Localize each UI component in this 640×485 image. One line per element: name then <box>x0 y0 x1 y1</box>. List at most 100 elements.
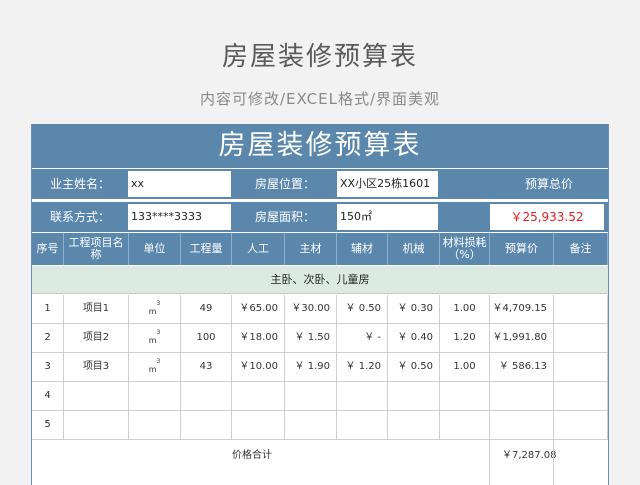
col-labor-cell[interactable]: ￥65.00 <box>232 295 285 323</box>
col-labor-cell[interactable]: ￥10.00 <box>232 353 285 381</box>
col-quantity-cell[interactable] <box>181 382 232 410</box>
col-item-name-cell[interactable]: 项目3 <box>64 353 129 381</box>
col-budget-price-cell[interactable] <box>490 382 554 410</box>
location-field[interactable]: XX小区25栋1601 <box>337 171 438 197</box>
col-no-cell[interactable]: 1 <box>32 295 64 323</box>
page-subtitle: 内容可修改/EXCEL格式/界面美观 <box>199 90 441 108</box>
unit-exponent: 3 <box>156 300 161 307</box>
col-machinery-cell[interactable]: ￥ 0.50 <box>388 353 440 381</box>
col-budget-price-cell[interactable]: ￥ 586.13 <box>490 353 554 381</box>
col-item-name-cell[interactable] <box>64 411 129 439</box>
col-unit-cell[interactable] <box>129 382 181 410</box>
col-budget-price-cell[interactable]: ￥4,709.15 <box>490 295 554 323</box>
col-item-name-header: 工程项目名称 <box>64 233 129 265</box>
unit-exponent: 3 <box>156 329 161 336</box>
location-label: 房屋位置： <box>254 177 315 191</box>
info-row-1: 业主姓名： xx 房屋位置： XX小区25栋1601 预算总价 <box>32 169 608 199</box>
sheet-banner: 房屋装修预算表 <box>32 124 608 168</box>
col-aux-material-cell[interactable] <box>337 411 388 439</box>
contact-field[interactable]: 133****3333 <box>128 204 231 230</box>
col-unit-cell[interactable]: m3 <box>129 295 181 323</box>
contact-label: 联系方式： <box>49 210 110 224</box>
section-title: 主卧、次卧、儿童房 <box>32 266 608 294</box>
area-label: 房屋面积： <box>254 210 315 224</box>
owner-label: 业主姓名： <box>49 177 110 191</box>
col-machinery-cell[interactable] <box>388 411 440 439</box>
col-quantity-header: 工程量 <box>181 233 232 265</box>
col-item-name-cell[interactable]: 项目1 <box>64 295 129 323</box>
col-loss-rate-header: 材料损耗 （%） <box>440 233 490 265</box>
col-main-material-cell[interactable]: ￥ 1.90 <box>285 353 337 381</box>
col-note-header: 备注 <box>554 233 608 265</box>
table-row: 4 <box>32 382 608 411</box>
col-loss-rate-cell[interactable]: 1.00 <box>440 295 490 323</box>
col-item-name-cell[interactable] <box>64 382 129 410</box>
col-budget-price-header: 预算价 <box>490 233 554 265</box>
col-labor-cell[interactable] <box>232 382 285 410</box>
unit-exponent: 3 <box>156 358 161 365</box>
col-note-cell[interactable] <box>554 382 608 410</box>
col-labor-header: 人工 <box>232 233 285 265</box>
col-unit-cell[interactable]: m3 <box>129 324 181 352</box>
col-main-material-cell[interactable] <box>285 382 337 410</box>
subtotal-divider <box>32 440 554 485</box>
col-aux-material-cell[interactable]: ￥ 0.50 <box>337 295 388 323</box>
col-main-material-cell[interactable]: ￥ 1.50 <box>285 324 337 352</box>
col-aux-material-header: 辅材 <box>337 233 388 265</box>
col-loss-rate-cell[interactable] <box>440 382 490 410</box>
page-title: 房屋装修预算表 <box>221 42 418 72</box>
col-aux-material-cell[interactable] <box>337 382 388 410</box>
table-row: 5 <box>32 411 608 440</box>
col-machinery-cell[interactable]: ￥ 0.30 <box>388 295 440 323</box>
info-row-2: 联系方式： 133****3333 房屋面积： 150㎡ ￥25,933.52 <box>32 202 608 232</box>
col-labor-cell[interactable]: ￥18.00 <box>232 324 285 352</box>
col-machinery-header: 机械 <box>388 233 440 265</box>
col-budget-price-cell[interactable]: ￥1,991.80 <box>490 324 554 352</box>
unit-text: m3 <box>148 300 161 316</box>
unit-base: m <box>148 364 157 374</box>
col-no-cell[interactable]: 4 <box>32 382 64 410</box>
col-note-cell[interactable] <box>554 411 608 439</box>
budget-total-label: 预算总价 <box>524 177 573 191</box>
col-unit-cell[interactable] <box>129 411 181 439</box>
col-aux-material-cell[interactable]: ￥ 1.20 <box>337 353 388 381</box>
table-body: 1 项目1 m3 49 ￥65.00 ￥30.00 ￥ 0.50 ￥ 0.30 1.00 ￥4,7… <box>32 295 608 440</box>
col-note-cell[interactable] <box>554 353 608 381</box>
unit-text: m3 <box>148 358 161 374</box>
col-machinery-cell[interactable] <box>388 382 440 410</box>
col-budget-price-cell[interactable] <box>490 411 554 439</box>
col-quantity-cell[interactable]: 43 <box>181 353 232 381</box>
subtotal-row: 价格合计 ￥7,287.08 <box>32 440 608 485</box>
col-main-material-header: 主材 <box>285 233 337 265</box>
col-quantity-cell[interactable]: 49 <box>181 295 232 323</box>
table-row: 2 项目2 m3 100 ￥18.00 ￥ 1.50 ￥ - ￥ 0.40 1.20 ￥1,991… <box>32 324 608 353</box>
col-main-material-cell[interactable]: ￥30.00 <box>285 295 337 323</box>
col-aux-material-cell[interactable]: ￥ - <box>337 324 388 352</box>
col-no-cell[interactable]: 3 <box>32 353 64 381</box>
table-row: 3 项目3 m3 43 ￥10.00 ￥ 1.90 ￥ 1.20 ￥ 0.50 1.00 ￥ 58… <box>32 353 608 382</box>
col-loss-rate-cell[interactable]: 1.20 <box>440 324 490 352</box>
col-note-cell[interactable] <box>554 324 608 352</box>
col-no-header: 序号 <box>32 233 64 265</box>
col-main-material-cell[interactable] <box>285 411 337 439</box>
owner-field[interactable]: xx <box>128 171 231 197</box>
unit-base: m <box>148 306 157 316</box>
budget-total-value[interactable]: ￥25,933.52 <box>490 204 604 230</box>
unit-text: m3 <box>148 329 161 345</box>
col-no-cell[interactable]: 5 <box>32 411 64 439</box>
col-no-cell[interactable]: 2 <box>32 324 64 352</box>
table-header: 序号 工程项目名称 单位 工程量 人工 主材 辅材 机械 材料损耗 （%） 预算价 备注 <box>32 233 608 265</box>
budget-sheet: 房屋装修预算表 业主姓名： xx 房屋位置： XX小区25栋1601 预算总价 … <box>31 124 609 485</box>
col-quantity-cell[interactable] <box>181 411 232 439</box>
col-labor-cell[interactable] <box>232 411 285 439</box>
col-loss-rate-cell[interactable] <box>440 411 490 439</box>
col-item-name-cell[interactable]: 项目2 <box>64 324 129 352</box>
col-unit-cell[interactable]: m3 <box>129 353 181 381</box>
col-loss-rate-cell[interactable]: 1.00 <box>440 353 490 381</box>
col-machinery-cell[interactable]: ￥ 0.40 <box>388 324 440 352</box>
col-unit-header: 单位 <box>129 233 181 265</box>
unit-base: m <box>148 335 157 345</box>
col-quantity-cell[interactable]: 100 <box>181 324 232 352</box>
area-field[interactable]: 150㎡ <box>337 204 438 230</box>
col-note-cell[interactable] <box>554 295 608 323</box>
